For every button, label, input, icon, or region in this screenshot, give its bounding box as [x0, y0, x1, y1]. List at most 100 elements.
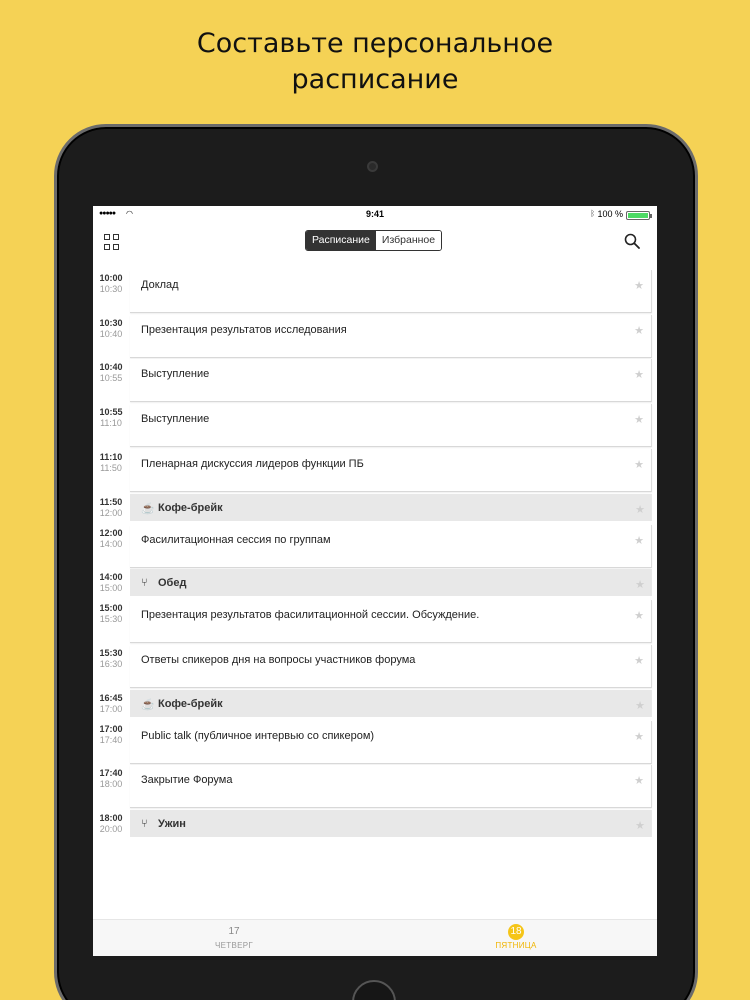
time-range: 11:50 12:00 — [93, 497, 129, 519]
start-time: 10:00 — [99, 273, 123, 283]
end-time: 11:10 — [100, 418, 122, 429]
session-card[interactable]: Доклад ★ — [130, 270, 652, 313]
segment-schedule[interactable]: Расписание — [306, 231, 376, 250]
session-card[interactable]: Public talk (публичное интервью со спике… — [130, 720, 652, 764]
time-range: 11:10 11:50 — [93, 452, 129, 474]
headline-line-1: Составьте персональное — [196, 28, 554, 59]
end-time: 14:00 — [99, 538, 123, 549]
end-time: 17:00 — [99, 703, 123, 714]
time-range: 17:40 18:00 — [93, 768, 129, 790]
item-title: Выступление — [141, 368, 210, 381]
time-range: 12:00 14:00 — [93, 528, 129, 550]
session-card[interactable]: Выступление ★ — [130, 404, 652, 448]
item-title: Ужин — [158, 818, 186, 830]
start-time: 10:40 — [99, 362, 123, 373]
end-time: 15:00 — [99, 583, 123, 594]
break-card[interactable]: ⑂ Ужин ★ — [130, 810, 652, 837]
fork-knife-icon: ⑂ — [141, 577, 148, 590]
start-time: 15:00 — [99, 603, 123, 614]
break-card[interactable]: ☕ Кофе-брейк ★ — [130, 493, 652, 521]
grid-icon[interactable] — [104, 234, 120, 250]
start-time: 12:00 — [99, 527, 123, 538]
headline: Составьте персональное расписание — [0, 26, 750, 98]
app-screen: ●●●●● ◠ 9:41 ᛒ 100 % Расписание Избранно… — [93, 206, 657, 956]
status-time: 9:41 — [365, 209, 384, 219]
session-card[interactable]: Презентация результатов фасилитационной … — [130, 600, 652, 644]
session-card[interactable]: Закрытие Форума ★ — [130, 765, 652, 809]
favorite-star-icon[interactable]: ★ — [634, 534, 644, 547]
start-time: 10:55 — [99, 407, 123, 418]
coffee-icon: ☕ — [141, 502, 155, 515]
session-card[interactable]: Фасилитационная сессия по группам ★ — [130, 524, 652, 568]
start-time: 16:45 — [99, 692, 123, 703]
item-title: Обед — [158, 577, 187, 590]
end-time: 15:30 — [99, 614, 123, 625]
headline-line-2: расписание — [291, 64, 459, 95]
end-time: 10:40 — [99, 328, 123, 339]
end-time: 17:40 — [99, 734, 123, 745]
favorite-star-icon[interactable]: ★ — [634, 654, 644, 667]
item-title: Пленарная дискуссия лидеров функции ПБ — [141, 457, 364, 470]
end-time: 12:00 — [99, 507, 123, 518]
fork-knife-icon: ⑂ — [141, 818, 148, 830]
time-range: 16:45 17:00 — [93, 693, 129, 715]
break-card[interactable]: ☕ Кофе-брейк ★ — [130, 689, 652, 717]
time-range: 10:00 10:30 — [93, 273, 129, 295]
segmented-control: Расписание Избранное — [305, 230, 443, 251]
favorite-star-icon[interactable]: ★ — [634, 458, 644, 471]
start-time: 11:10 — [99, 451, 123, 462]
favorite-star-icon[interactable]: ★ — [635, 503, 645, 516]
favorite-star-icon[interactable]: ★ — [635, 699, 645, 712]
end-time: 10:30 — [99, 284, 123, 294]
session-card[interactable]: Презентация результатов исследования ★ — [130, 314, 652, 358]
favorite-star-icon[interactable]: ★ — [634, 609, 644, 622]
favorite-star-icon[interactable]: ★ — [635, 578, 645, 591]
time-range: 15:00 15:30 — [93, 603, 129, 625]
time-range: 17:00 17:40 — [93, 724, 129, 746]
start-time: 15:30 — [99, 647, 123, 658]
break-card[interactable]: ⑂ Обед ★ — [130, 569, 652, 597]
end-time: 18:00 — [99, 779, 123, 790]
start-time: 17:40 — [99, 768, 123, 779]
favorite-star-icon[interactable]: ★ — [635, 819, 645, 832]
time-range: 15:30 16:30 — [93, 648, 129, 670]
camera-icon — [367, 161, 378, 172]
session-card[interactable]: Выступление ★ — [130, 359, 652, 403]
tab-friday[interactable]: 18 ПЯТНИЦА — [375, 920, 657, 956]
status-bar: ●●●●● ◠ 9:41 ᛒ 100 % — [93, 206, 657, 224]
coffee-icon: ☕ — [141, 698, 155, 711]
favorite-star-icon[interactable]: ★ — [634, 413, 644, 426]
day-tab-bar: 17 ЧЕТВЕРГ 18 ПЯТНИЦА — [93, 919, 657, 956]
time-range: 18:00 20:00 — [93, 813, 129, 835]
tab-day-label: ЧЕТВЕРГ — [215, 941, 253, 950]
time-range: 10:30 10:40 — [93, 318, 129, 340]
start-time: 17:00 — [99, 723, 123, 734]
favorite-star-icon[interactable]: ★ — [634, 730, 644, 743]
time-range: 10:55 11:10 — [93, 407, 129, 429]
favorite-star-icon[interactable]: ★ — [634, 774, 644, 787]
tab-day-number: 17 — [228, 926, 240, 937]
item-title: Кофе-брейк — [158, 501, 223, 514]
session-card[interactable]: Пленарная дискуссия лидеров функции ПБ ★ — [130, 448, 652, 492]
item-title: Ответы спикеров дня на вопросы участнико… — [141, 653, 416, 666]
item-title: Выступление — [141, 413, 210, 426]
battery-percent: 100 % — [597, 209, 623, 219]
navigation-bar: Расписание Избранное — [93, 224, 657, 268]
item-title: Public talk (публичное интервью со спике… — [141, 729, 375, 742]
start-time: 14:00 — [99, 572, 123, 583]
search-icon[interactable] — [624, 233, 640, 249]
end-time: 10:55 — [99, 373, 123, 384]
item-title: Доклад — [141, 279, 179, 291]
start-time: 10:30 — [99, 317, 123, 328]
favorite-star-icon[interactable]: ★ — [634, 324, 644, 337]
favorite-star-icon[interactable]: ★ — [634, 279, 644, 292]
session-card[interactable]: Ответы спикеров дня на вопросы участнико… — [130, 644, 652, 688]
favorite-star-icon[interactable]: ★ — [634, 368, 644, 381]
segment-favorites[interactable]: Избранное — [375, 231, 442, 250]
start-time: 18:00 — [99, 813, 123, 823]
end-time: 11:50 — [100, 462, 122, 473]
item-title: Презентация результатов исследования — [141, 323, 347, 336]
end-time: 20:00 — [99, 824, 123, 834]
tab-thursday[interactable]: 17 ЧЕТВЕРГ — [93, 920, 375, 956]
battery-fill — [628, 213, 648, 218]
